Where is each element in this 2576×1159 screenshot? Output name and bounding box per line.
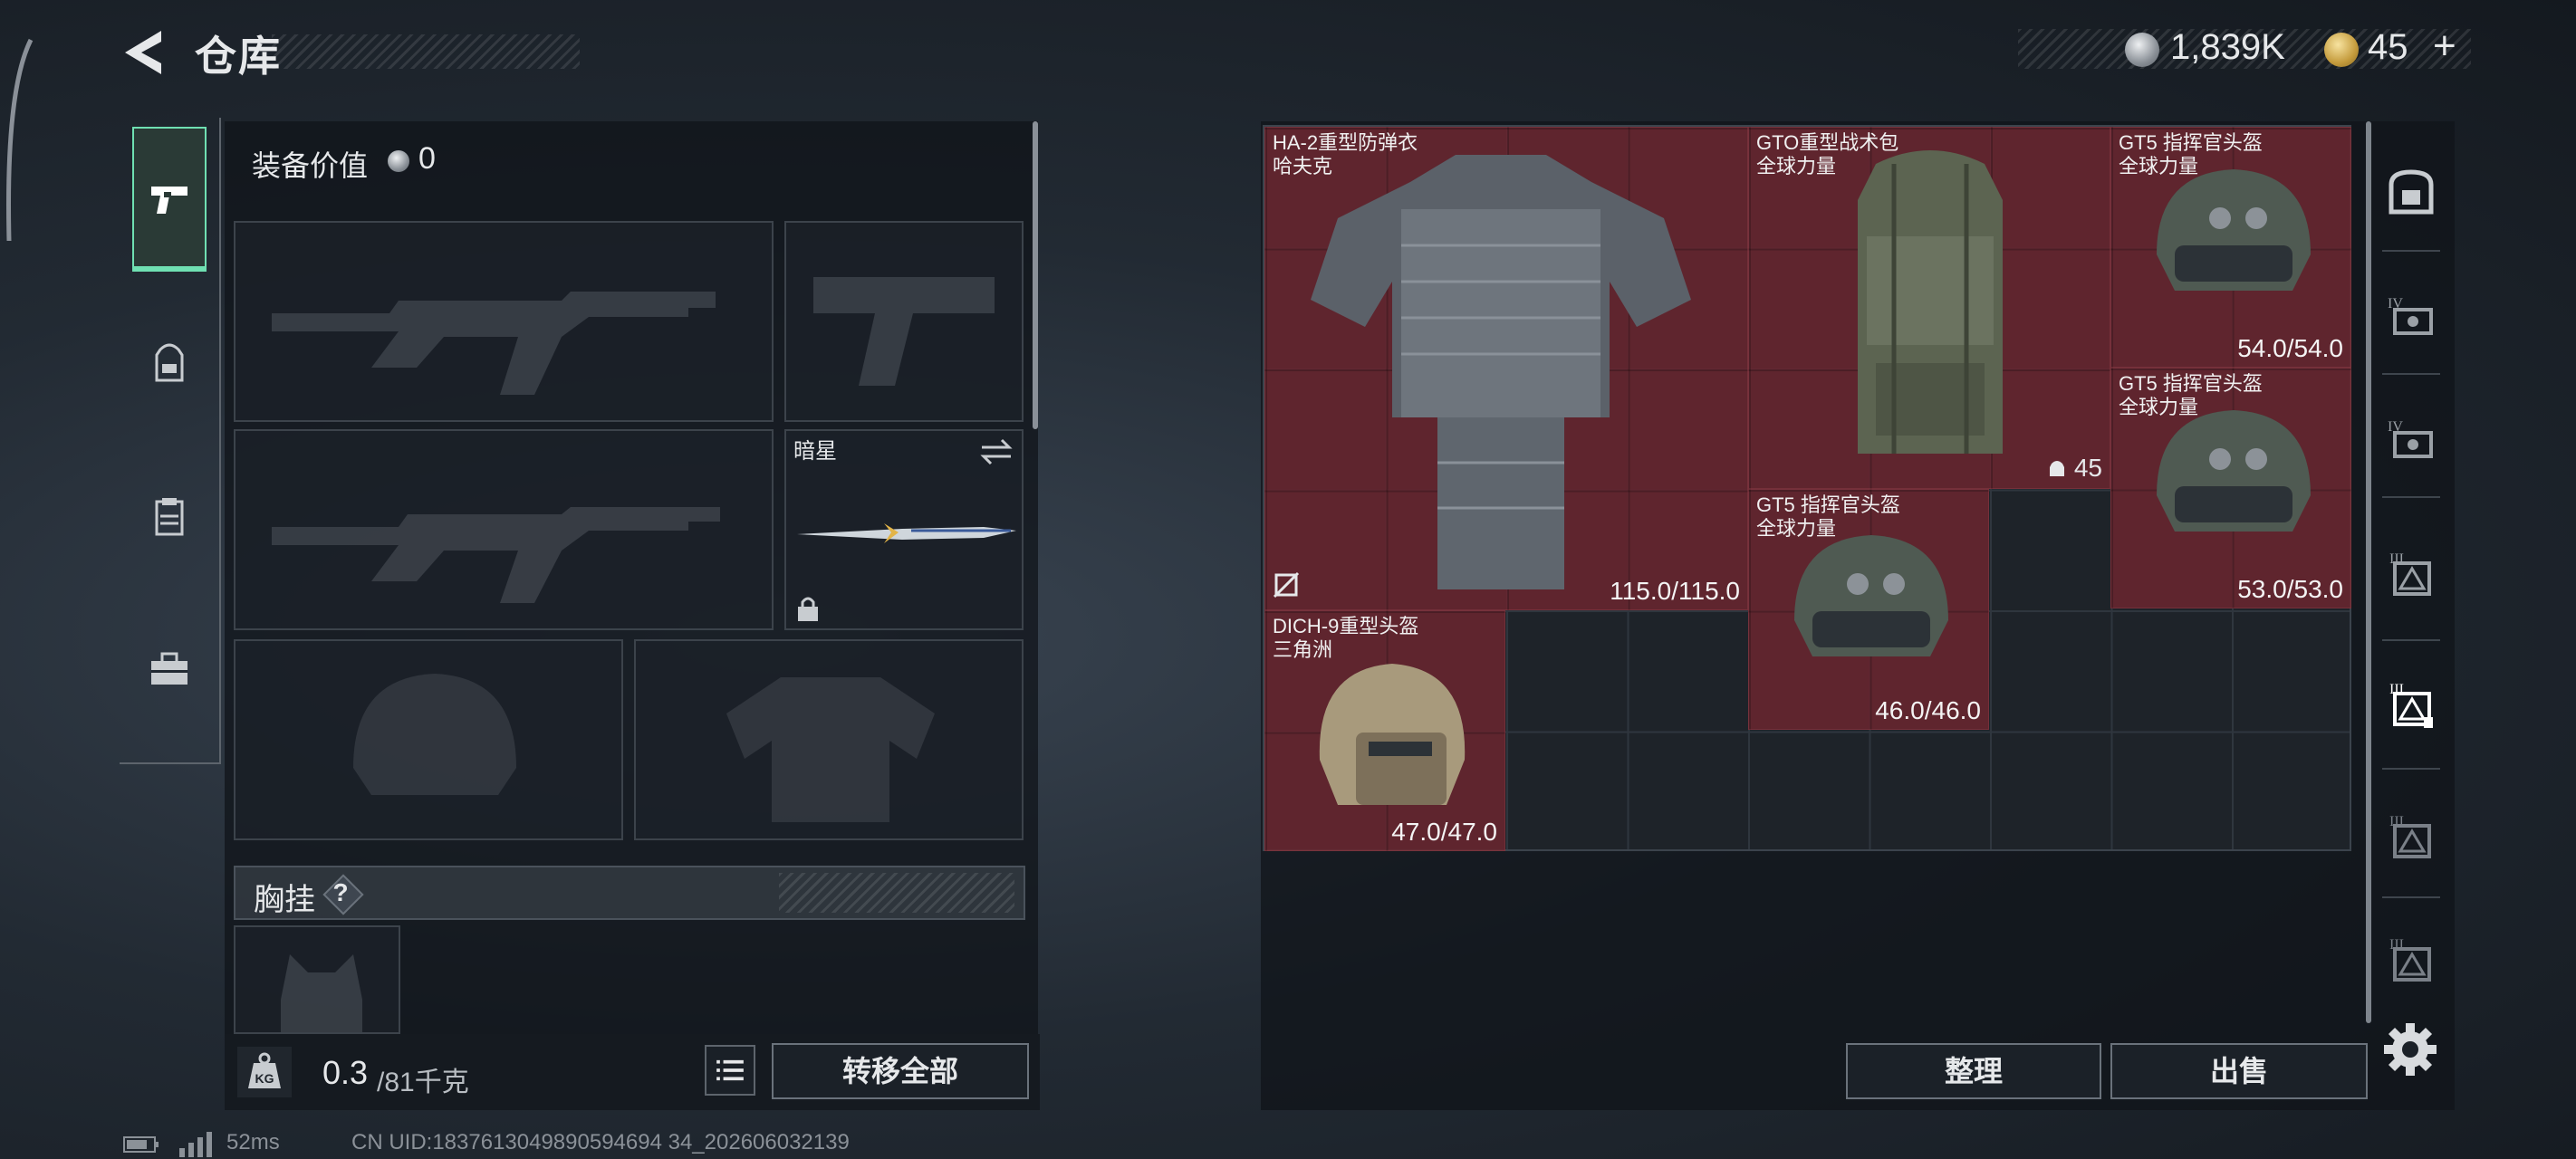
pistol-silhouette-icon	[813, 277, 995, 386]
storage-tier-iii-icon: III	[2389, 551, 2431, 596]
signal-icon	[179, 1132, 212, 1157]
toolbox-icon	[151, 652, 187, 685]
silver-amount: 1,839K	[2170, 27, 2285, 67]
equipment-value-amount: 0	[418, 141, 436, 176]
melee-name: 暗星	[793, 439, 837, 464]
silver-coin-icon	[2125, 33, 2159, 67]
chest-rig-label: 胸挂	[254, 883, 315, 917]
sell-button[interactable]: 出售	[2110, 1043, 2368, 1099]
tab-storage-iii-1[interactable]: III	[2373, 534, 2449, 610]
slot-pistol[interactable]	[784, 221, 1024, 422]
helmet-image	[1319, 664, 1466, 805]
safe-box-icon	[2389, 169, 2434, 215]
gold-coin-icon	[2324, 33, 2359, 67]
slot-melee[interactable]: 暗星	[784, 429, 1024, 630]
add-gold-button[interactable]: +	[2433, 24, 2456, 69]
item-helmet[interactable]: DICH-9重型头盔 三角洲 47.0/47.0	[1264, 610, 1505, 851]
backpack-capacity: 45	[2047, 454, 2102, 483]
tab-storage-iii-3[interactable]: III	[2373, 797, 2449, 873]
item-backpack[interactable]: GTO重型战术包 全球力量 45	[1748, 127, 2110, 489]
tab-storage-iv-1[interactable]: IV	[2373, 277, 2449, 353]
tab-divider	[2382, 639, 2440, 641]
helmet-image	[2157, 169, 2311, 291]
item-durability: 46.0/46.0	[1875, 696, 1981, 724]
helmet-silhouette-icon	[353, 674, 516, 795]
page-title: 仓库	[195, 33, 282, 80]
tab-divider	[2382, 373, 2440, 375]
tab-divider	[2382, 896, 2440, 898]
slot-helmet[interactable]	[234, 639, 623, 840]
swap-icon[interactable]	[978, 436, 1014, 467]
gold-amount: 45	[2368, 27, 2408, 67]
tab-storage-iii-2[interactable]: III	[2373, 665, 2449, 741]
tab-storage-iv-2[interactable]: IV	[2373, 400, 2449, 476]
body-armor-image	[1311, 155, 1691, 589]
tab-tools[interactable]	[132, 598, 207, 742]
title-decoration	[272, 34, 580, 69]
storage-tier-iv-icon: IV	[2388, 296, 2433, 335]
edge-decoration	[6, 38, 34, 242]
tab-gear[interactable]	[132, 290, 207, 435]
rifle-silhouette-icon	[272, 292, 716, 395]
silver-coin-icon	[388, 150, 409, 172]
slot-primary-weapon[interactable]	[234, 221, 774, 422]
chest-rig-header: 胸挂 ?	[234, 866, 1025, 920]
item-durability: 115.0/115.0	[1610, 577, 1740, 605]
lock-icon	[798, 597, 818, 621]
slot-chest-rig[interactable]	[234, 925, 400, 1034]
helmet-image	[2157, 410, 2311, 532]
tab-weapons[interactable]	[132, 127, 207, 272]
storage-tier-iv-icon: IV	[2388, 419, 2433, 458]
tab-divider	[2382, 250, 2440, 252]
storage-tier-iii-icon: III	[2389, 682, 2433, 728]
weight-current: 0.3	[322, 1054, 369, 1091]
list-view-button[interactable]	[705, 1045, 755, 1096]
no-insurance-icon	[1273, 571, 1300, 599]
weight-max: /81千克	[377, 1068, 469, 1097]
backpack-icon	[155, 343, 184, 382]
slot-body-armor[interactable]	[634, 639, 1024, 840]
vest-silhouette-icon	[281, 954, 362, 1032]
pistol-icon	[151, 187, 187, 214]
svg-text:KG: KG	[255, 1071, 274, 1086]
storage-tier-iii-icon: III	[2389, 814, 2431, 858]
capacity-icon	[2050, 461, 2065, 476]
gear-icon[interactable]	[2380, 1020, 2440, 1079]
help-button[interactable]: ?	[322, 875, 359, 911]
tab-consumables[interactable]	[132, 444, 207, 589]
tab-storage-iii-4[interactable]: III	[2373, 920, 2449, 996]
storage-tier-iii-icon: III	[2389, 937, 2431, 982]
item-durability: 47.0/47.0	[1391, 818, 1497, 846]
transfer-all-button[interactable]: 转移全部	[772, 1043, 1029, 1099]
right-tabs-scrollbar[interactable]	[2366, 121, 2371, 1023]
item-durability: 53.0/53.0	[2237, 575, 2343, 603]
clipboard-icon	[155, 498, 184, 536]
organize-button[interactable]: 整理	[1846, 1043, 2101, 1099]
backpack-image	[1858, 150, 2003, 454]
helmet-image	[1794, 535, 1948, 656]
tab-safe-box[interactable]	[2373, 154, 2449, 230]
armor-silhouette-icon	[726, 677, 935, 822]
tab-divider	[2382, 768, 2440, 770]
knife-icon	[797, 523, 1016, 543]
rifle-silhouette-icon	[272, 507, 720, 603]
slot-secondary-weapon[interactable]	[234, 429, 774, 630]
weight-kg-icon[interactable]: KG	[237, 1047, 292, 1097]
battery-icon	[123, 1136, 159, 1153]
left-category-tabs	[120, 118, 221, 764]
tab-divider	[2382, 496, 2440, 498]
item-helmet[interactable]: GT5 指挥官头盔 全球力量 46.0/46.0	[1748, 489, 1989, 730]
back-chevron-icon[interactable]	[120, 27, 167, 78]
ping-text: 52ms	[226, 1130, 280, 1154]
equipment-scrollbar[interactable]	[1033, 121, 1038, 429]
item-helmet[interactable]: GT5 指挥官头盔 全球力量 54.0/54.0	[2110, 127, 2351, 368]
item-helmet[interactable]: GT5 指挥官头盔 全球力量 53.0/53.0	[2110, 368, 2351, 608]
equipment-value-label: 装备价值	[252, 149, 369, 182]
header-decoration	[779, 873, 1014, 913]
uid-text: CN UID:1837613049890594694 34_2026060321…	[351, 1130, 850, 1154]
item-body-armor[interactable]: HA-2重型防弹衣 哈夫克 115.0/115.0	[1264, 127, 1748, 610]
item-durability: 54.0/54.0	[2237, 334, 2343, 362]
